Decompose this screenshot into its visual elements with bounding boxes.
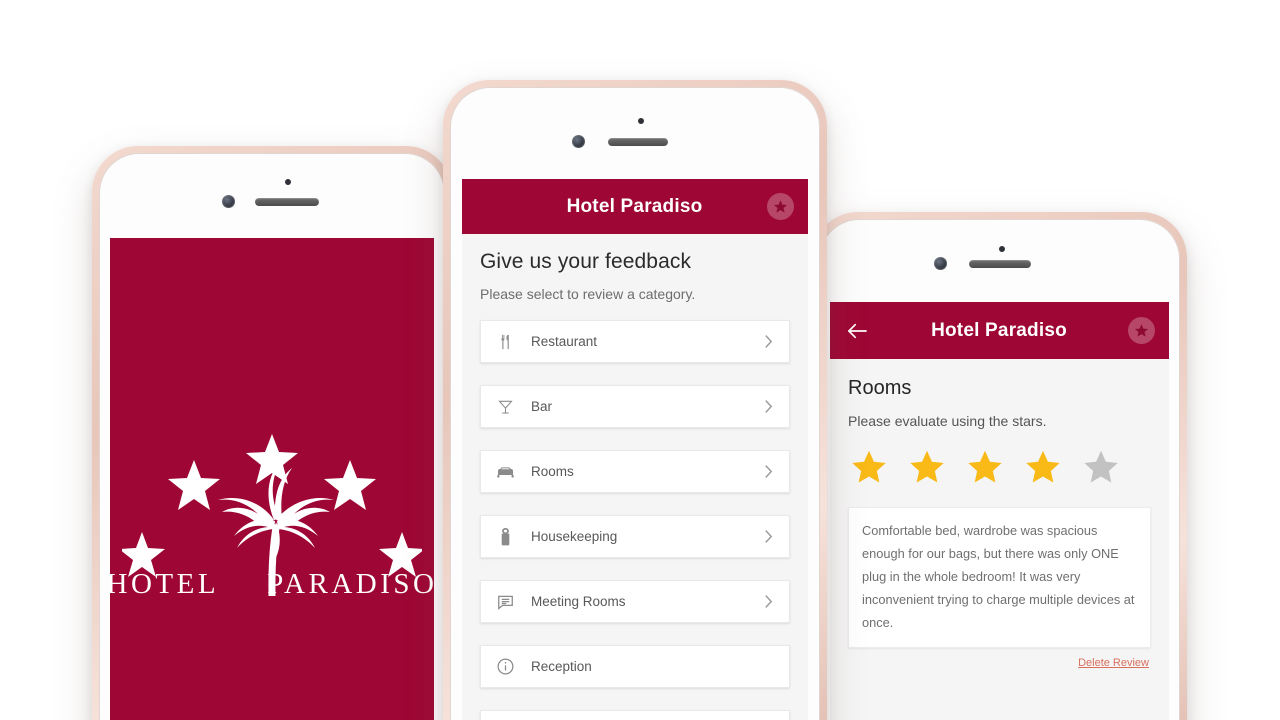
list-item-label: Restaurant bbox=[531, 334, 598, 349]
door-hanger-icon bbox=[492, 527, 518, 546]
palm-tree-icon bbox=[122, 428, 422, 598]
rating-star-2[interactable] bbox=[908, 448, 946, 485]
chevron-right-icon bbox=[764, 464, 776, 479]
app-title: Hotel Paradiso bbox=[566, 195, 703, 217]
cocktail-glass-icon bbox=[492, 398, 518, 416]
info-circle-icon bbox=[492, 657, 518, 676]
phone-sensor-row bbox=[450, 87, 820, 177]
list-item-rooms[interactable]: Rooms bbox=[480, 450, 790, 493]
phone-face: Hotel Paradiso Rooms Please evaluate usi… bbox=[819, 219, 1180, 720]
phone-face: Hotel Paradiso Give us your feedback Ple… bbox=[450, 87, 820, 720]
earpiece-speaker bbox=[255, 198, 319, 206]
review-actions: Delete Review bbox=[848, 657, 1151, 669]
rating-star-5[interactable] bbox=[1082, 448, 1120, 485]
front-camera-icon bbox=[572, 135, 585, 148]
rating-star-3[interactable] bbox=[966, 448, 1004, 485]
chevron-right-icon bbox=[764, 334, 776, 349]
phone-face: HOTEL PARADISO bbox=[99, 153, 445, 720]
star-badge-icon[interactable] bbox=[767, 193, 794, 220]
rating-star-4[interactable] bbox=[1024, 448, 1062, 485]
phone-device-feedback: Hotel Paradiso Give us your feedback Ple… bbox=[443, 80, 827, 720]
bed-icon bbox=[492, 463, 518, 481]
category-review-screen: Hotel Paradiso Rooms Please evaluate usi… bbox=[830, 302, 1169, 720]
logo-wrap: HOTEL PARADISO bbox=[110, 428, 434, 601]
star-rating-control[interactable] bbox=[848, 448, 1151, 485]
star-badge-icon[interactable] bbox=[1128, 317, 1155, 344]
list-item-bar[interactable]: Bar bbox=[480, 385, 790, 428]
front-camera-icon bbox=[222, 195, 235, 208]
page-subtitle: Please evaluate using the stars. bbox=[848, 413, 1047, 429]
hotel-logo: HOTEL PARADISO bbox=[110, 238, 434, 720]
earpiece-speaker bbox=[969, 260, 1031, 268]
list-item-label: Bar bbox=[531, 399, 553, 414]
proximity-sensor-icon bbox=[999, 246, 1005, 252]
chevron-right-icon bbox=[764, 529, 776, 544]
list-item-label: Rooms bbox=[531, 464, 574, 479]
page-title: Give us your feedback bbox=[480, 250, 692, 273]
app-header: Hotel Paradiso bbox=[830, 302, 1169, 359]
review-text-card[interactable]: Comfortable bed, wardrobe was spacious e… bbox=[848, 507, 1151, 649]
chevron-right-icon bbox=[764, 594, 776, 609]
page-subtitle: Please select to review a category. bbox=[480, 286, 696, 302]
proximity-sensor-icon bbox=[285, 179, 291, 185]
review-text: Comfortable bed, wardrobe was spacious e… bbox=[862, 523, 1135, 631]
screenshot-stage: HOTEL PARADISO Hotel Paradiso Give us yo… bbox=[0, 0, 1280, 720]
rating-star-1[interactable] bbox=[850, 448, 888, 485]
list-item-reception[interactable]: Reception bbox=[480, 645, 790, 688]
category-list: Restaurant Bar Rooms Housekeeping Meetin… bbox=[480, 320, 790, 720]
arrow-left-icon[interactable] bbox=[844, 318, 870, 344]
phone-sensor-row bbox=[99, 153, 445, 243]
splash-screen: HOTEL PARADISO bbox=[110, 238, 434, 720]
list-item-label: Meeting Rooms bbox=[531, 594, 626, 609]
phone-sensor-row bbox=[819, 219, 1180, 309]
front-camera-icon bbox=[934, 257, 947, 270]
list-item-restaurant[interactable]: Restaurant bbox=[480, 320, 790, 363]
header-left-spacer bbox=[476, 194, 502, 220]
app-title: Hotel Paradiso bbox=[931, 319, 1067, 341]
chevron-right-icon bbox=[764, 399, 776, 414]
delete-review-link[interactable]: Delete Review bbox=[1078, 657, 1149, 669]
list-item-housekeeping[interactable]: Housekeeping bbox=[480, 515, 790, 558]
category-list-screen: Hotel Paradiso Give us your feedback Ple… bbox=[462, 179, 808, 720]
list-item-label: Housekeeping bbox=[531, 529, 618, 544]
page-title: Rooms bbox=[848, 377, 912, 399]
cutlery-icon bbox=[492, 333, 518, 351]
list-item-label: Reception bbox=[531, 659, 592, 674]
review-body: Rooms Please evaluate using the stars. C… bbox=[830, 359, 1169, 669]
phone-device-review: Hotel Paradiso Rooms Please evaluate usi… bbox=[812, 212, 1187, 720]
app-header: Hotel Paradiso bbox=[462, 179, 808, 234]
list-item-next-partial[interactable] bbox=[480, 710, 790, 720]
speech-bubble-icon bbox=[492, 593, 518, 611]
list-item-meeting-rooms[interactable]: Meeting Rooms bbox=[480, 580, 790, 623]
earpiece-speaker bbox=[608, 138, 668, 146]
proximity-sensor-icon bbox=[638, 118, 644, 124]
phone-device-splash: HOTEL PARADISO bbox=[92, 146, 452, 720]
feedback-body: Give us your feedback Please select to r… bbox=[462, 234, 808, 720]
